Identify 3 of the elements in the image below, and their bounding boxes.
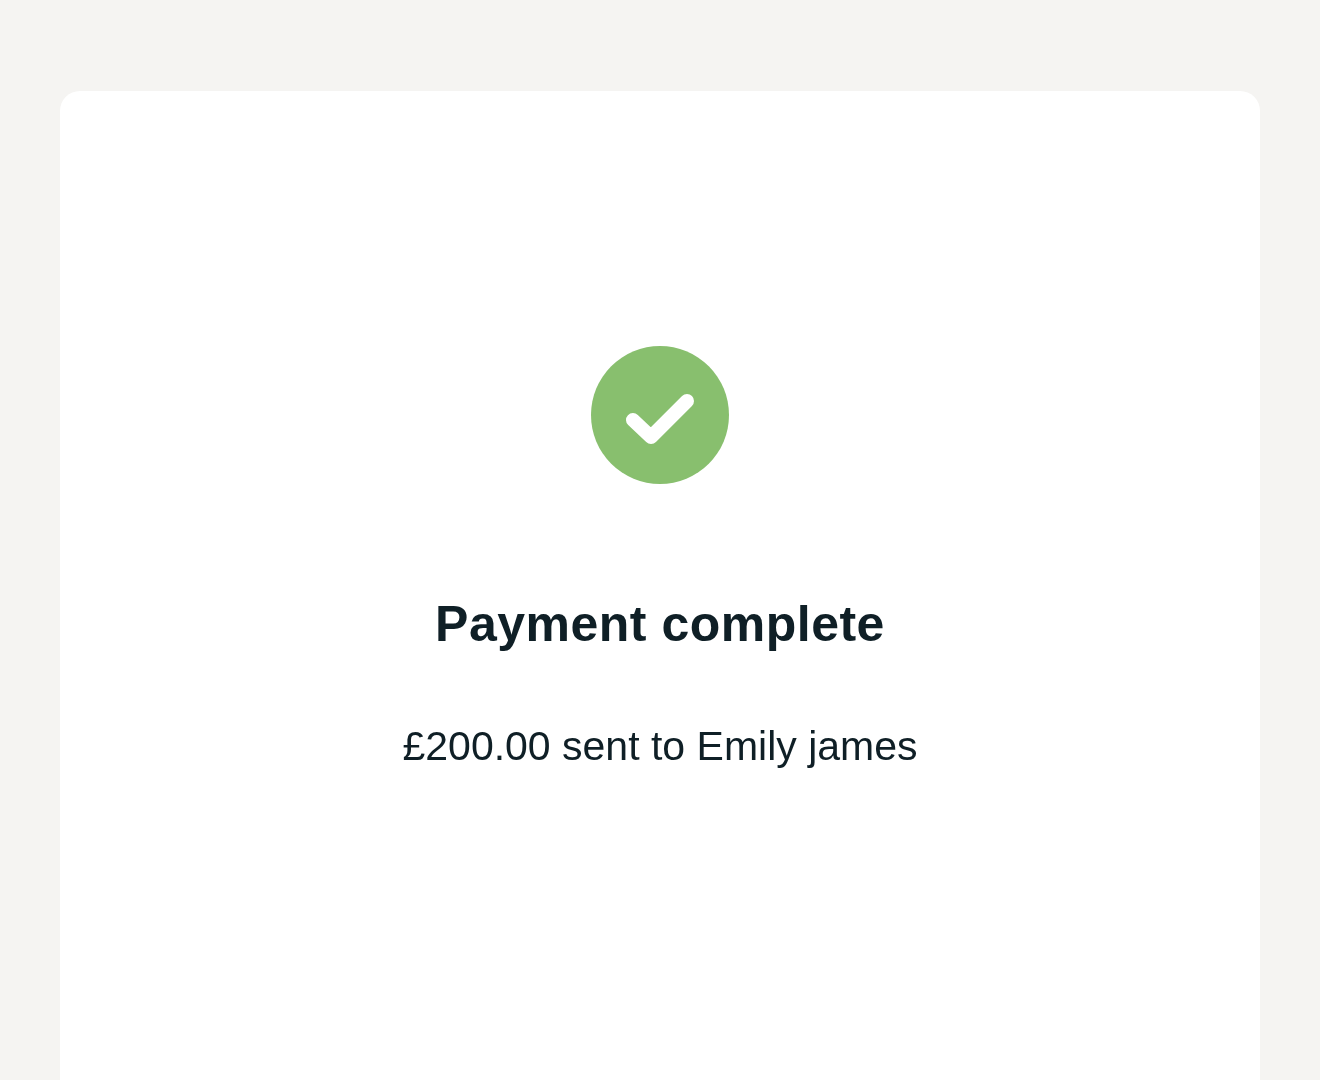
payment-message: £200.00 sent to Emily james — [402, 722, 918, 771]
check-circle-icon — [591, 346, 729, 484]
payment-status-title: Payment complete — [435, 595, 885, 654]
